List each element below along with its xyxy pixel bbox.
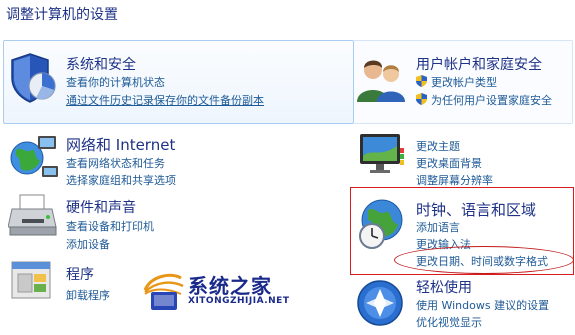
appearance-monitor-icon <box>356 128 410 182</box>
category-hardware-sound-title[interactable]: 硬件和声音 <box>66 197 136 217</box>
link-change-desktop-background[interactable]: 更改桌面背景 <box>416 155 482 171</box>
link-view-computer-status[interactable]: 查看你的计算机状态 <box>66 74 165 90</box>
link-adjust-resolution[interactable]: 调整屏幕分辨率 <box>416 172 493 188</box>
category-programs-title[interactable]: 程序 <box>66 264 94 284</box>
page-title: 调整计算机的设置 <box>6 7 118 23</box>
link-devices-printers[interactable]: 查看设备和打印机 <box>66 218 154 234</box>
link-uninstall-program[interactable]: 卸载程序 <box>66 287 110 303</box>
link-windows-recommended-settings[interactable]: 使用 Windows 建议的设置 <box>416 297 549 313</box>
ease-of-access-icon <box>356 277 408 333</box>
shield-chart-icon <box>8 52 60 108</box>
uac-shield-icon <box>416 93 427 108</box>
link-file-history-backup[interactable]: 通过文件历史记录保存你的文件备份副本 <box>66 92 264 108</box>
printer-icon <box>7 193 60 243</box>
link-view-network-status[interactable]: 查看网络状态和任务 <box>66 155 165 171</box>
link-change-theme[interactable]: 更改主题 <box>416 138 460 154</box>
programs-icon <box>8 258 60 308</box>
link-add-device[interactable]: 添加设备 <box>66 236 110 252</box>
category-user-accounts-title[interactable]: 用户帐户和家庭安全 <box>416 54 542 74</box>
link-family-safety[interactable]: 为任何用户设置家庭安全 <box>416 92 552 108</box>
category-network-internet-title[interactable]: 网络和 Internet <box>66 134 175 155</box>
link-family-safety-label: 为任何用户设置家庭安全 <box>431 94 552 107</box>
category-system-security-title[interactable]: 系统和安全 <box>66 54 136 74</box>
watermark-url: XITONGZHIJIA.NET <box>188 296 290 306</box>
highlight-ellipse <box>394 246 574 274</box>
uac-shield-icon <box>416 75 427 90</box>
users-icon <box>355 54 407 108</box>
link-optimize-visual-display[interactable]: 优化视觉显示 <box>416 314 482 330</box>
link-change-account-type-label: 更改帐户类型 <box>431 76 497 89</box>
network-globe-icon <box>8 132 60 186</box>
watermark-text: 系统之家 <box>188 274 272 298</box>
category-ease-of-access-title[interactable]: 轻松使用 <box>416 277 472 297</box>
link-homegroup-sharing[interactable]: 选择家庭组和共享选项 <box>66 172 176 188</box>
watermark-logo-icon <box>141 268 187 316</box>
link-change-account-type[interactable]: 更改帐户类型 <box>416 74 497 90</box>
